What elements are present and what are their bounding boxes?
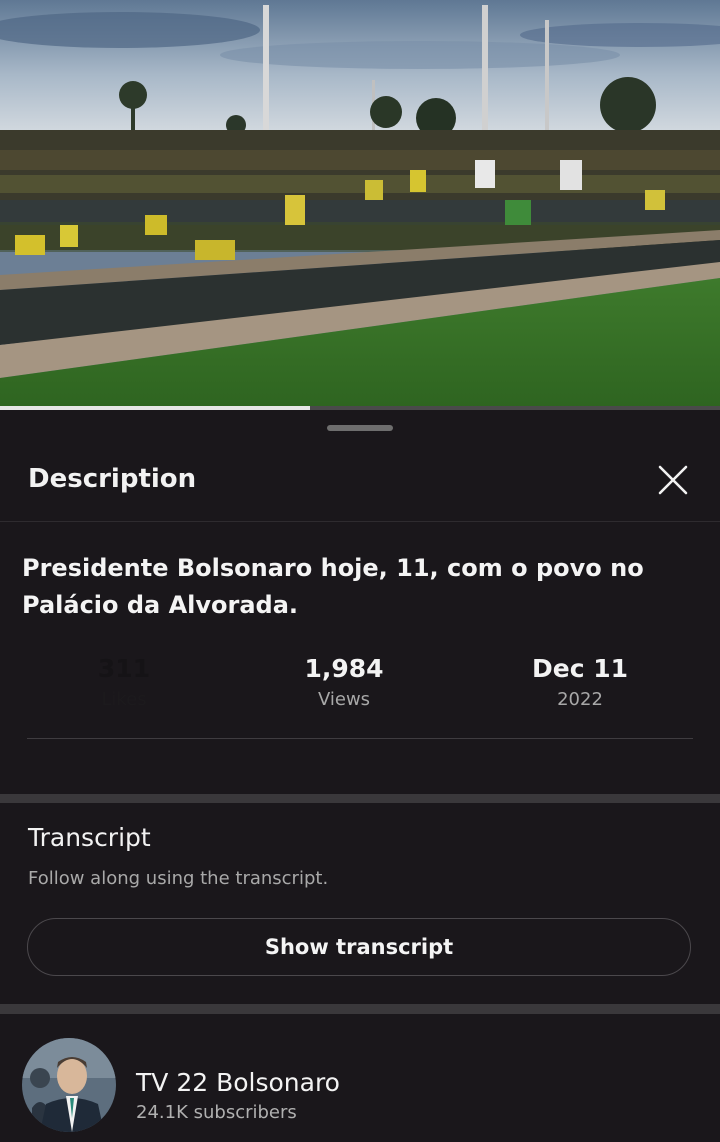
upload-year: 2022 (557, 689, 603, 710)
transcript-subtitle: Follow along using the transcript. (28, 868, 329, 889)
channel-avatar-image (22, 1038, 116, 1132)
likes-stat: 311 Likes (24, 654, 224, 710)
description-title: Description (28, 464, 197, 494)
video-frame (0, 0, 720, 410)
views-count: 1,984 (304, 654, 384, 683)
video-player[interactable] (0, 0, 720, 410)
close-icon (658, 465, 688, 495)
transcript-title: Transcript (28, 823, 151, 852)
upload-date: Dec 11 (531, 654, 629, 683)
video-title: Presidente Bolsonaro hoje, 11, com o pov… (22, 554, 644, 619)
channel-subscribers: 24.1K subscribers (136, 1102, 297, 1123)
close-button[interactable] (653, 460, 693, 500)
likes-count: 311 (97, 654, 151, 683)
views-label: Views (317, 689, 371, 710)
section-separator (0, 1004, 720, 1014)
description-sheet: Description Presidente Bolsonaro hoje, 1… (0, 410, 720, 1142)
divider (27, 738, 693, 739)
description-header: Description (0, 410, 720, 522)
channel-row[interactable]: TV 22 Bolsonaro 24.1K subscribers (0, 1020, 720, 1142)
date-stat: Dec 11 2022 (480, 654, 680, 710)
show-transcript-button[interactable]: Show transcript (27, 918, 691, 976)
channel-name[interactable]: TV 22 Bolsonaro (136, 1068, 340, 1097)
views-stat: 1,984 Views (244, 654, 444, 710)
section-separator (0, 794, 720, 803)
likes-label: Likes (101, 689, 147, 710)
avatar[interactable] (22, 1038, 116, 1132)
